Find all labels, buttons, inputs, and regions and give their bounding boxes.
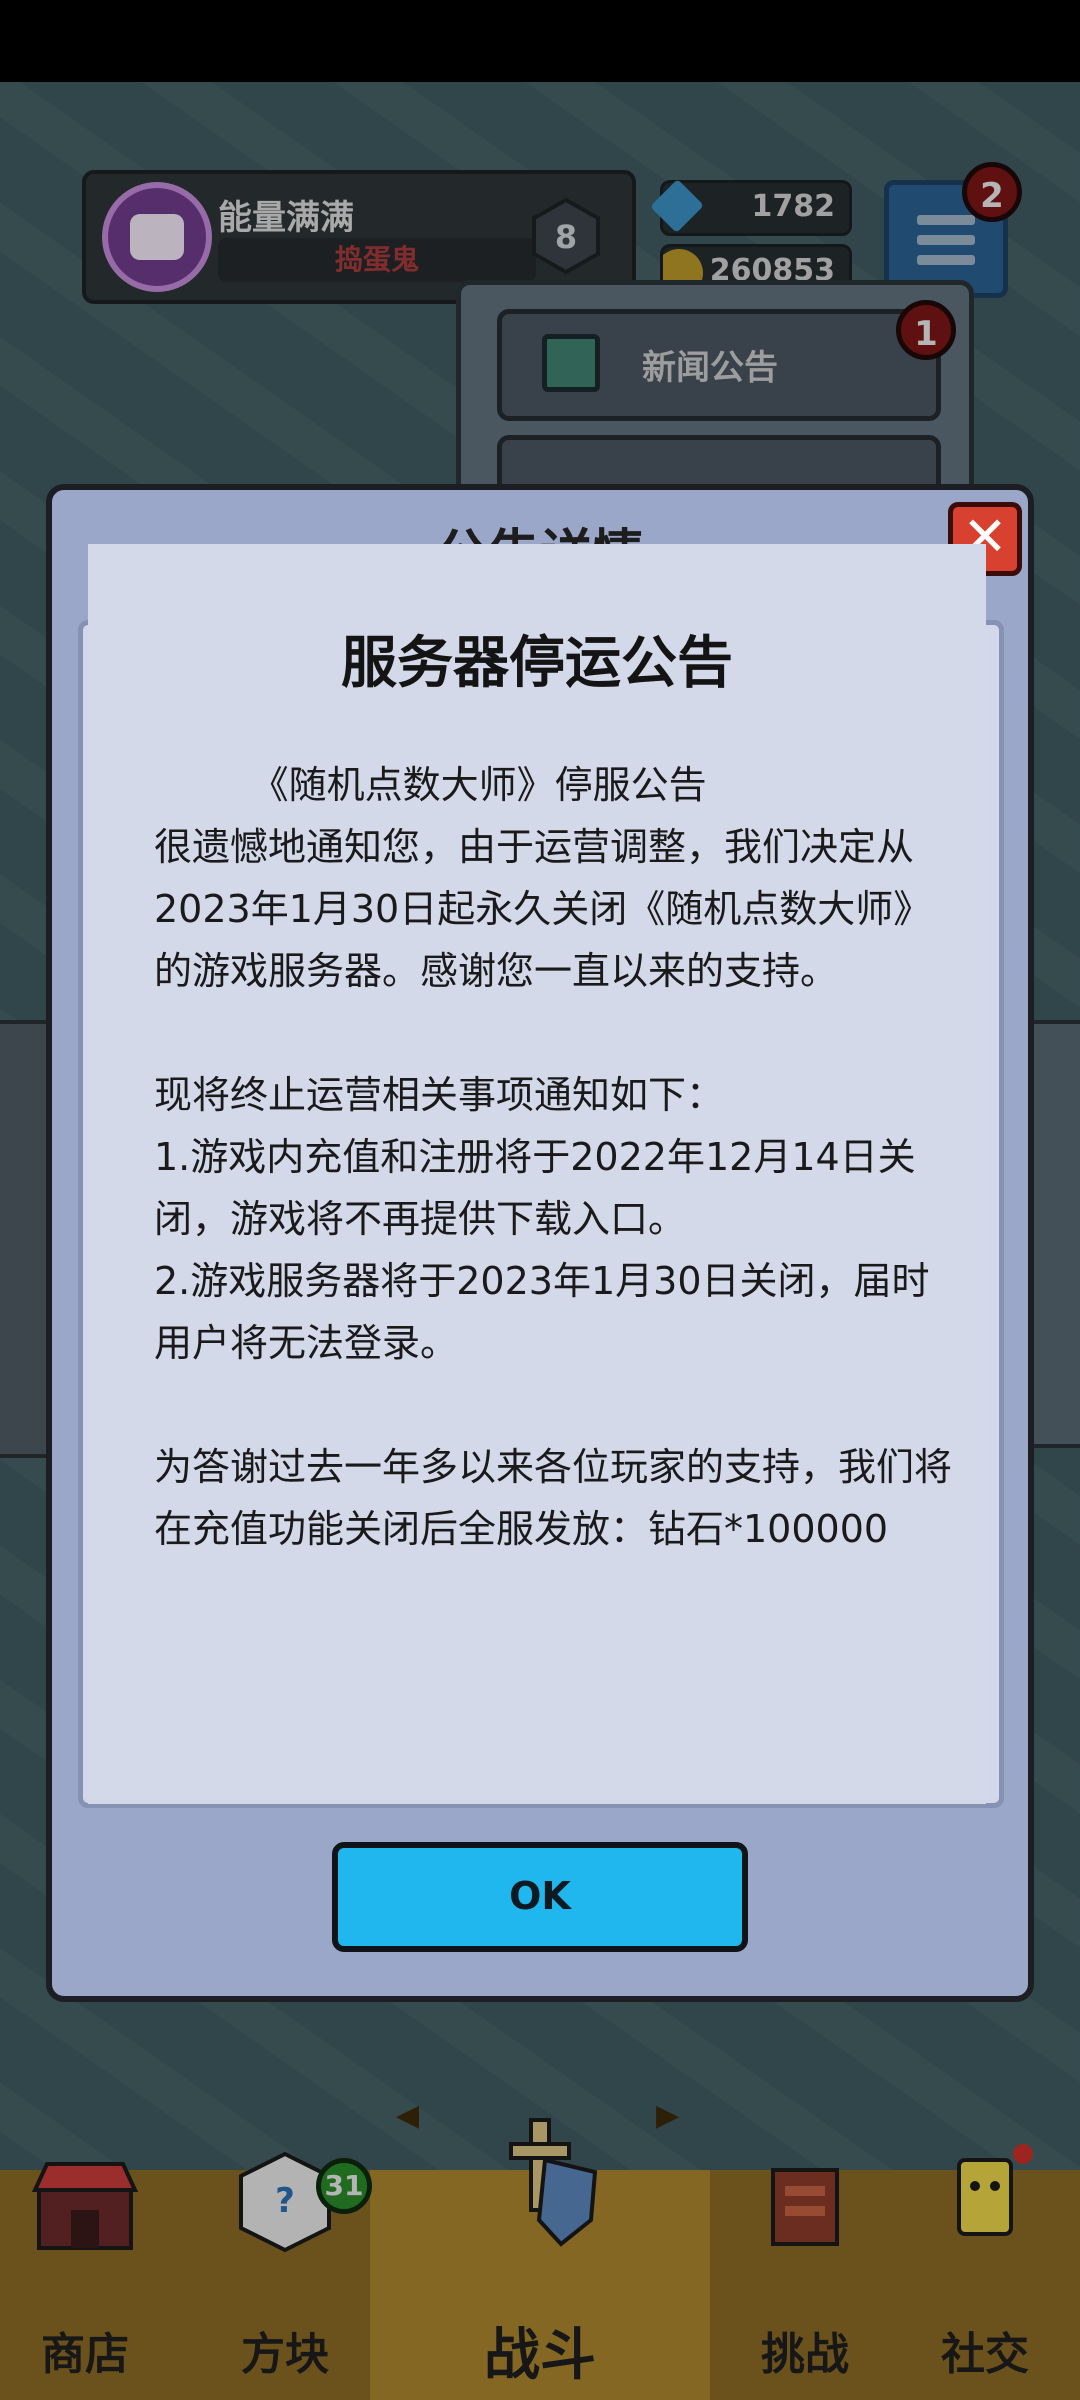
announcement-body: 《随机点数大师》停服公告 很遗憾地通知您，由于运营调整，我们决定从2023年1月… xyxy=(154,763,953,1551)
announcement-sheet[interactable]: 服务器停运公告 《随机点数大师》停服公告 很遗憾地通知您，由于运营调整，我们决定… xyxy=(88,544,986,1804)
announcement-title: 服务器停运公告 xyxy=(341,630,733,696)
ok-button[interactable]: OK xyxy=(332,1842,748,1952)
status-bar xyxy=(0,0,1080,82)
